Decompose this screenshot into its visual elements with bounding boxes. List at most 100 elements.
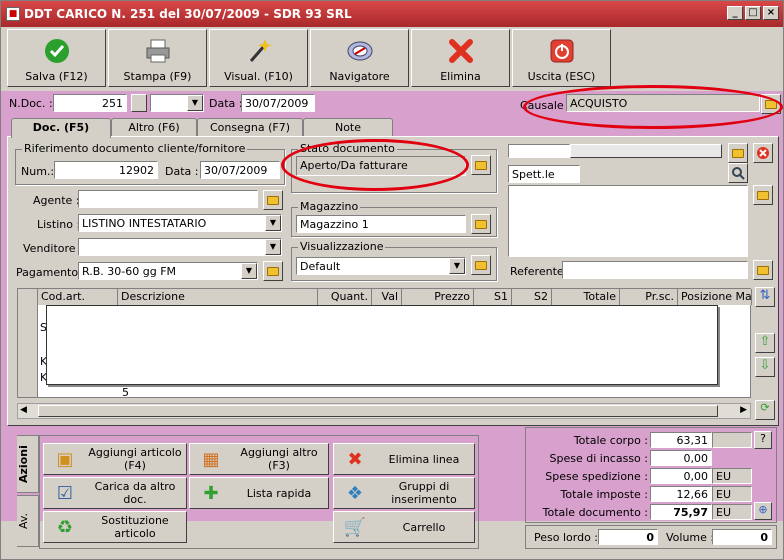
column-header[interactable]: Cod.art. [38, 289, 118, 305]
intestatario-address-area[interactable] [508, 185, 748, 257]
cart-button[interactable]: 🛒 Carrello [333, 511, 475, 543]
help-button[interactable]: ? [754, 431, 772, 449]
rif-date-field[interactable]: 30/07/2009 [200, 161, 280, 179]
totale-corpo-extra [712, 432, 752, 448]
folder-icon [475, 260, 487, 270]
ndoc-suffix-button[interactable] [131, 94, 147, 112]
chevron-down-icon[interactable]: ▼ [265, 239, 281, 255]
address-browse-button[interactable] [753, 185, 773, 205]
replace-article-button[interactable]: ♻ Sostituzione articolo [43, 511, 187, 543]
column-header[interactable]: S2 [512, 289, 552, 305]
cart-icon: 🛒 [343, 516, 367, 538]
weights-panel: Peso lordo : 0 Volume : 0 [525, 525, 777, 549]
scroll-thumb[interactable] [38, 405, 718, 417]
folder-icon [267, 266, 279, 276]
tab-doc[interactable]: Doc. (F5) [11, 118, 111, 138]
listino-select[interactable]: LISTINO INTESTATARIO [78, 214, 282, 232]
magazzino-browse-button[interactable] [471, 214, 491, 234]
search-intestatario-button[interactable] [728, 163, 748, 183]
column-header[interactable]: Posizione Mag [678, 289, 752, 305]
preview-button[interactable]: Visual. (F10) [209, 29, 308, 87]
pagamento-select[interactable]: R.B. 30-60 gg FM [78, 262, 258, 280]
num-field[interactable]: 12902 [54, 161, 158, 179]
column-header[interactable]: Quant. [318, 289, 372, 305]
date-field[interactable]: 30/07/2009 [241, 94, 315, 112]
scroll-right-icon[interactable]: ▶ [740, 405, 747, 415]
intestatario-name-bar [570, 144, 722, 158]
arrow-up-down-button[interactable]: ⇅ [755, 287, 775, 307]
peso-lordo-value[interactable]: 0 [598, 529, 658, 545]
magazzino-field[interactable]: Magazzino 1 [296, 215, 466, 233]
insert-groups-button[interactable]: ❖ Gruppi di inserimento [333, 477, 475, 509]
righe-grid[interactable]: Cod.art. Descrizione Quant. Val Prezzo S… [17, 288, 752, 399]
horizontal-scrollbar[interactable]: ◀ ▶ [17, 403, 751, 419]
volume-label: Volume : [666, 531, 715, 544]
chevron-down-icon[interactable]: ▼ [265, 215, 281, 231]
add-box-icon: ▣ [56, 448, 74, 470]
navigator-button[interactable]: Navigatore [310, 29, 409, 87]
magazzino-title: Magazzino [298, 200, 361, 213]
volume-value[interactable]: 0 [712, 529, 772, 545]
visualizzazione-select[interactable]: Default [296, 257, 466, 275]
add-article-button[interactable]: ▣ Aggiungi articolo (F4) [43, 443, 187, 475]
rif-date-label: Data : [165, 165, 199, 178]
close-button[interactable]: × [763, 6, 779, 20]
spett-field[interactable]: Spett.le [508, 165, 580, 183]
referente-browse-button[interactable] [753, 260, 773, 280]
scroll-left-icon[interactable]: ◀ [20, 405, 27, 415]
column-header[interactable]: Pr.sc. [620, 289, 678, 305]
chevron-down-icon[interactable]: ▼ [449, 258, 465, 274]
column-header[interactable]: Descrizione [118, 289, 318, 305]
spese-spedizione-value[interactable]: 0,00 [650, 468, 712, 484]
agente-browse-button[interactable] [263, 190, 283, 210]
highlight-ellipse [281, 139, 469, 191]
chevron-down-icon[interactable]: ▼ [241, 263, 257, 279]
delete-button[interactable]: Elimina [411, 29, 510, 87]
tab-altro[interactable]: Altro (F6) [111, 118, 197, 137]
ndoc-field[interactable]: 251 [53, 94, 127, 112]
save-button[interactable]: Salva (F12) [7, 29, 106, 87]
tab-azioni[interactable]: Azioni [17, 435, 39, 493]
venditore-select[interactable] [78, 238, 282, 256]
add-grid-icon: ▦ [202, 448, 220, 470]
load-from-doc-button[interactable]: ☑ Carica da altro doc. [43, 477, 187, 509]
minimize-button[interactable]: _ [727, 6, 743, 20]
toolbar: Salva (F12) Stampa (F9) Visual. (F10) Na… [7, 29, 779, 89]
column-header[interactable]: Val [372, 289, 402, 305]
stato-browse-button[interactable] [471, 155, 491, 175]
referente-field[interactable] [562, 261, 748, 279]
totale-imposte-label: Totale imposte : [560, 488, 648, 501]
peso-lordo-label: Peso lordo : [534, 531, 598, 544]
quick-list-button[interactable]: ✚ Lista rapida [189, 477, 329, 509]
totale-corpo-label: Totale corpo : [573, 434, 648, 447]
folder-icon [475, 160, 487, 170]
column-header[interactable]: Totale [552, 289, 620, 305]
refresh-button[interactable]: ⟳ [755, 400, 775, 420]
intestatario-browse-button[interactable] [728, 143, 748, 163]
tab-av[interactable]: Av. [17, 495, 39, 547]
ndoc-label: N.Doc. : [9, 97, 53, 110]
clear-intestatario-button[interactable] [753, 143, 773, 163]
tab-note[interactable]: Note [303, 118, 393, 137]
column-header[interactable]: Prezzo [402, 289, 474, 305]
visualizzazione-browse-button[interactable] [471, 255, 491, 275]
column-header[interactable]: S1 [474, 289, 512, 305]
zoom-button[interactable]: ⊕ [754, 502, 772, 520]
maximize-button[interactable]: □ [745, 6, 761, 20]
load-doc-icon: ☑ [56, 482, 74, 504]
totale-imposte-value: 12,66 [650, 486, 712, 502]
pagamento-browse-button[interactable] [263, 261, 283, 281]
intestatario-code-field[interactable] [508, 144, 570, 158]
move-down-button[interactable]: ⇩ [755, 357, 775, 377]
delete-line-button[interactable]: ✖ Elimina linea [333, 443, 475, 475]
move-up-button[interactable]: ⇧ [755, 333, 775, 353]
spese-incasso-value[interactable]: 0,00 [650, 450, 712, 466]
print-button[interactable]: Stampa (F9) [108, 29, 207, 87]
chevron-down-icon[interactable]: ▼ [187, 95, 203, 111]
tab-consegna[interactable]: Consegna (F7) [197, 118, 303, 137]
exit-button[interactable]: Uscita (ESC) [512, 29, 611, 87]
window: ■ DDT CARICO N. 251 del 30/07/2009 - SDR… [0, 0, 784, 560]
totale-documento-value: 75,97 [650, 504, 712, 520]
add-other-button[interactable]: ▦ Aggiungi altro (F3) [189, 443, 329, 475]
agente-field[interactable] [78, 190, 258, 208]
